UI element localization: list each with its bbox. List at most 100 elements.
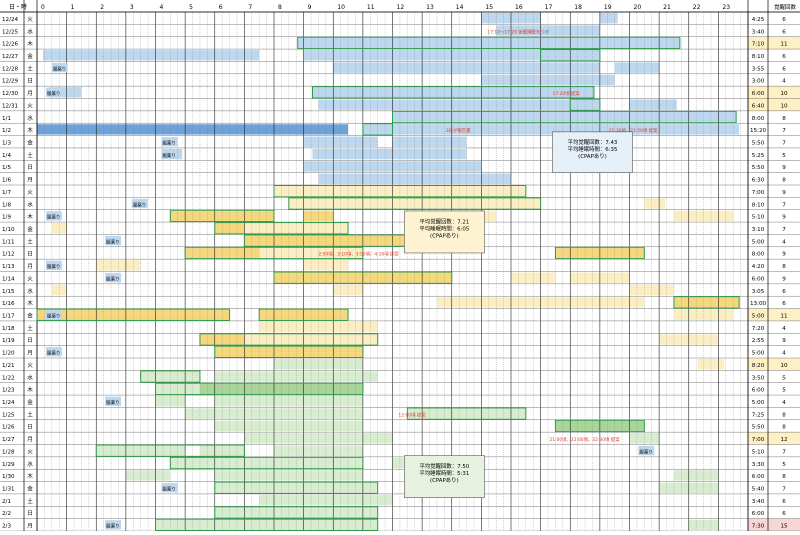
row-weekday: 日 bbox=[27, 424, 33, 431]
row-wake-count: 5 bbox=[782, 153, 786, 159]
row-date: 12/24 bbox=[2, 17, 19, 23]
row-sleep-time: 6:00 bbox=[752, 474, 765, 480]
hour-header-22: 22 bbox=[693, 4, 701, 11]
row-weekday: 水 bbox=[27, 460, 33, 468]
row-sleep-time: 3:30 bbox=[752, 462, 765, 468]
row-wake-count: 8 bbox=[782, 178, 786, 184]
row-sleep-time: 3:40 bbox=[752, 499, 765, 505]
row-weekday: 月 bbox=[27, 350, 33, 357]
row-wake-count: 4 bbox=[782, 79, 786, 85]
medication-tag: 服薬り bbox=[133, 201, 147, 208]
row-date: 1/7 bbox=[2, 190, 11, 196]
sleep-segment bbox=[599, 13, 618, 24]
row-date: 1/5 bbox=[2, 165, 11, 171]
row-weekday: 木 bbox=[27, 126, 33, 134]
row-wake-count: 9 bbox=[782, 190, 786, 196]
row-date: 1/1 bbox=[2, 116, 11, 122]
row-sleep-time: 13:00 bbox=[750, 301, 767, 307]
row-date: 1/8 bbox=[2, 202, 11, 208]
row-date: 1/15 bbox=[2, 289, 15, 295]
red-note: 3日が報告書 bbox=[446, 127, 471, 134]
row-wake-count: 8 bbox=[782, 412, 786, 418]
row-weekday: 水 bbox=[27, 373, 33, 381]
summary-line: (CPAPあり) bbox=[430, 233, 459, 240]
row-wake-count: 7 bbox=[782, 486, 786, 492]
row-wake-count: 6 bbox=[782, 301, 786, 307]
row-sleep-time: 7:00 bbox=[752, 190, 765, 196]
row-date: 1/20 bbox=[2, 351, 15, 357]
row-weekday: 日 bbox=[27, 510, 33, 517]
summary-line: 平均睡眠時間：5:31 bbox=[419, 469, 469, 477]
medication-tag: 服薬り bbox=[47, 263, 61, 270]
summary-line: 平均覚醒回数：7.43 bbox=[568, 138, 618, 146]
row-sleep-time: 5:00 bbox=[752, 313, 765, 319]
row-date: 1/29 bbox=[2, 462, 15, 468]
red-note: 17:20頃 提案 bbox=[552, 90, 580, 97]
row-weekday: 土 bbox=[27, 237, 33, 245]
row-sleep-time: 7:20 bbox=[752, 326, 765, 332]
row-sleep-time: 5:25 bbox=[752, 153, 765, 159]
row-date: 12/31 bbox=[2, 103, 19, 109]
row-date: 1/17 bbox=[2, 313, 15, 319]
row-wake-count: 6 bbox=[782, 289, 786, 295]
row-sleep-time: 6:00 bbox=[752, 276, 765, 282]
sleep-segment bbox=[312, 148, 467, 160]
row-date: 1/31 bbox=[2, 486, 15, 492]
hour-header-1: 1 bbox=[71, 4, 75, 11]
row-wake-count: 10 bbox=[780, 103, 788, 109]
row-weekday: 土 bbox=[27, 324, 33, 332]
summary-line: 平均睡眠時間：6:05 bbox=[419, 225, 469, 233]
row-wake-count: 9 bbox=[782, 276, 786, 282]
row-sleep-time: 5:10 bbox=[752, 449, 765, 455]
row-weekday: 木 bbox=[27, 472, 33, 480]
row-date: 1/3 bbox=[2, 140, 11, 146]
hour-header-9: 9 bbox=[308, 4, 312, 11]
row-sleep-time: 8:20 bbox=[752, 363, 765, 369]
row-date: 1/11 bbox=[2, 239, 15, 245]
row-wake-count: 9 bbox=[782, 165, 786, 171]
row-date: 1/21 bbox=[2, 363, 15, 369]
hour-header-13: 13 bbox=[426, 4, 434, 11]
red-note: 17:10～17:20 仮眠睡眠をつき bbox=[487, 28, 549, 35]
row-wake-count: 6 bbox=[782, 29, 786, 35]
row-sleep-time: 5:00 bbox=[752, 239, 765, 245]
row-sleep-time: 4:20 bbox=[752, 264, 765, 270]
row-wake-count: 4 bbox=[782, 400, 786, 406]
sleep-segment bbox=[42, 50, 260, 61]
row-wake-count: 7 bbox=[782, 227, 786, 233]
row-weekday: 火 bbox=[27, 16, 33, 23]
row-wake-count: 6 bbox=[782, 17, 786, 23]
row-sleep-time: 5:00 bbox=[752, 400, 765, 406]
row-sleep-time: 3:50 bbox=[752, 375, 765, 381]
row-weekday: 土 bbox=[27, 410, 33, 418]
row-sleep-time: 4:25 bbox=[752, 17, 765, 23]
row-weekday: 月 bbox=[27, 177, 33, 184]
row-weekday: 金 bbox=[27, 225, 33, 233]
hour-header-23: 23 bbox=[722, 4, 730, 11]
row-weekday: 日 bbox=[27, 251, 33, 258]
sleep-segment bbox=[392, 111, 737, 123]
row-sleep-time: 5:50 bbox=[752, 425, 765, 431]
row-weekday: 木 bbox=[27, 213, 33, 221]
hour-header-3: 3 bbox=[130, 4, 134, 11]
hour-header-14: 14 bbox=[456, 4, 464, 11]
row-weekday: 土 bbox=[27, 151, 33, 159]
medication-tag: 服薬り bbox=[106, 238, 120, 245]
row-wake-count: 6 bbox=[782, 66, 786, 72]
row-wake-count: 4 bbox=[782, 351, 786, 357]
sleep-segment bbox=[362, 124, 740, 135]
row-wake-count: 15 bbox=[780, 524, 788, 530]
row-date: 2/3 bbox=[2, 524, 11, 530]
row-weekday: 金 bbox=[27, 484, 33, 492]
row-date: 12/25 bbox=[2, 29, 19, 35]
row-wake-count: 8 bbox=[782, 264, 786, 270]
hour-header-5: 5 bbox=[189, 4, 193, 11]
row-sleep-time: 6:40 bbox=[752, 103, 765, 109]
row-sleep-time: 5:00 bbox=[752, 351, 765, 357]
hour-header-0: 0 bbox=[41, 4, 45, 11]
row-sleep-time: 3:10 bbox=[752, 227, 765, 233]
row-sleep-time: 3:00 bbox=[752, 79, 765, 85]
hour-header-12: 12 bbox=[397, 4, 405, 11]
row-wake-count: 12 bbox=[780, 437, 787, 443]
row-date: 1/9 bbox=[2, 215, 11, 221]
